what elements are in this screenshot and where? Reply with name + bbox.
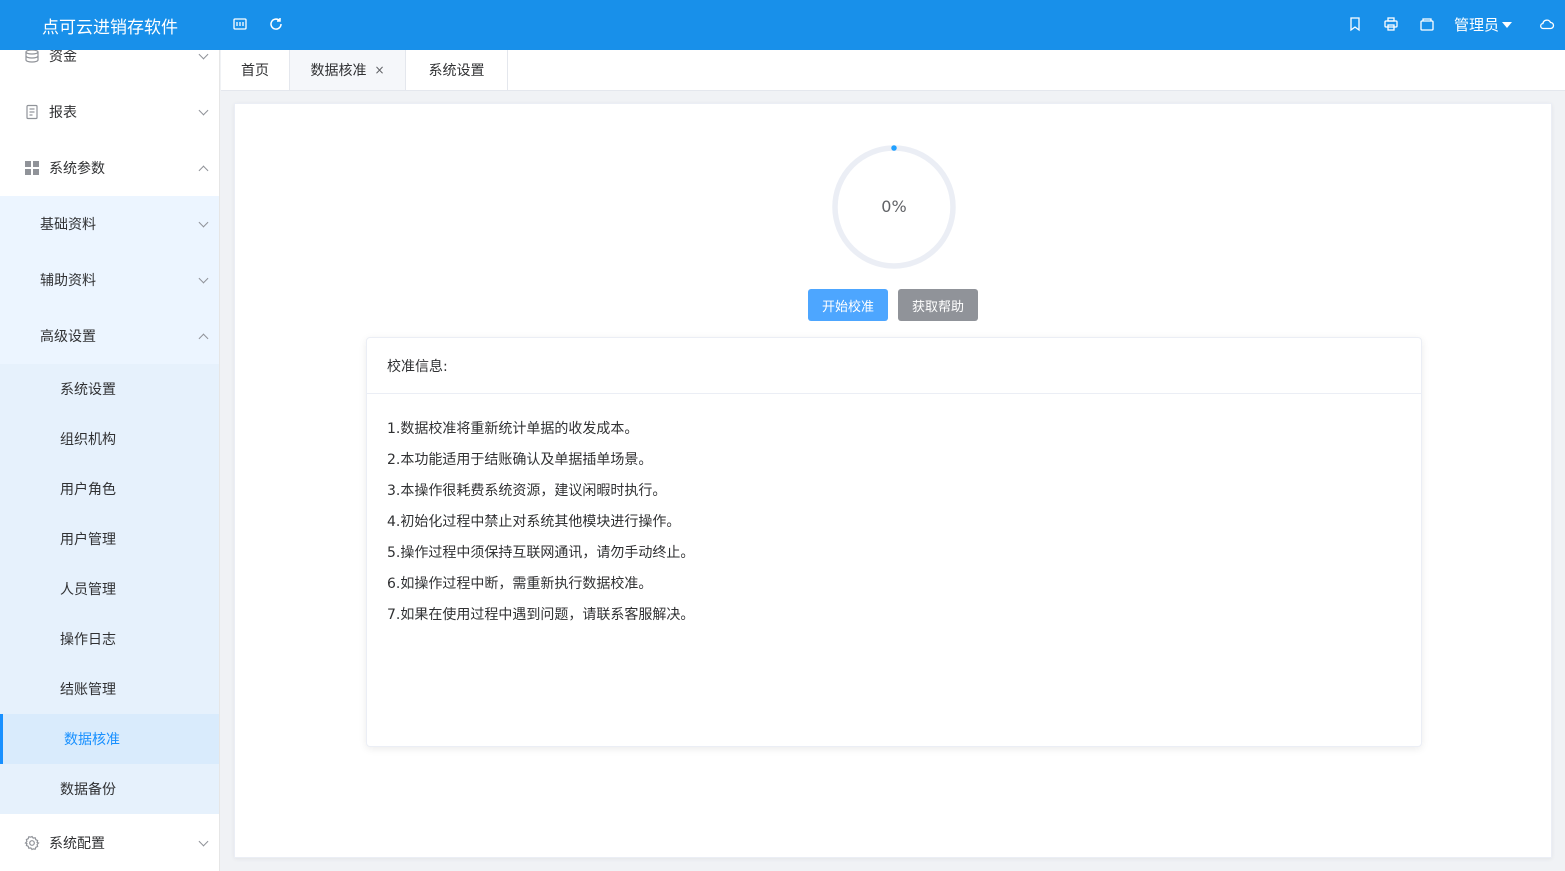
sidebar-item-label: 人员管理 [60,582,116,598]
info-line: 6.如操作过程中断，需重新执行数据校准。 [387,576,653,592]
database-icon [24,50,40,64]
main-panel: 0% 开始校准 获取帮助 校准信息: 1.数据校准将重新统计单据的收发成本。 2… [234,103,1552,858]
chevron-down-icon [198,50,209,60]
info-line: 1.数据校准将重新统计单据的收发成本。 [387,421,639,437]
sidebar-item-label: 用户角色 [60,482,116,498]
tab-label: 系统设置 [428,63,485,79]
info-line: 4.初始化过程中禁止对系统其他模块进行操作。 [387,514,681,530]
chevron-up-icon [198,165,209,176]
chevron-up-icon [198,333,209,344]
sidebar-item-label: 数据备份 [60,782,116,798]
chevron-down-icon [198,105,209,116]
tab-data-calibration[interactable]: 数据核准 × [290,50,406,90]
sidebar-item-data-calibration[interactable]: 数据核准 [0,714,219,764]
sidebar-item-user-management[interactable]: 用户管理 [0,514,219,564]
close-icon[interactable]: × [374,63,384,77]
sidebar-item-label: 报表 [49,105,77,121]
sidebar-item-label: 系统设置 [60,382,116,398]
document-icon [24,104,40,120]
window-icon[interactable] [230,14,250,34]
sidebar-item-label: 用户管理 [60,532,116,548]
tab-home[interactable]: 首页 [221,50,290,90]
sidebar: 资金 报表 系统参数 基础资料 辅助资料 高级设置 系统设置 组织机构 用户角色… [0,50,220,871]
top-header: 点可云进销存软件 管理员 [0,0,1565,50]
bookmark-icon[interactable] [1345,14,1365,34]
sidebar-item-label: 系统参数 [49,161,105,177]
sidebar-item-staff-management[interactable]: 人员管理 [0,564,219,614]
print-icon[interactable] [1381,14,1401,34]
calibration-info-card: 校准信息: 1.数据校准将重新统计单据的收发成本。 2.本功能适用于结账确认及单… [366,337,1422,747]
tab-system-settings[interactable]: 系统设置 [406,50,508,90]
wallet-icon[interactable] [1417,14,1437,34]
progress-label: 0% [881,197,907,216]
sidebar-item-closing[interactable]: 结账管理 [0,664,219,714]
card-body: 1.数据校准将重新统计单据的收发成本。 2.本功能适用于结账确认及单据插单场景。… [367,394,1421,651]
tab-label: 首页 [241,63,269,79]
info-line: 7.如果在使用过程中遇到问题，请联系客服解决。 [387,607,695,623]
app-title: 点可云进销存软件 [42,18,178,38]
cloud-icon[interactable] [1537,14,1557,34]
sidebar-item-label: 操作日志 [60,632,116,648]
sidebar-item-label: 结账管理 [60,682,116,698]
sidebar-item-operation-log[interactable]: 操作日志 [0,614,219,664]
user-menu[interactable]: 管理员 [1454,14,1513,35]
sidebar-item-funds[interactable]: 资金 [0,50,219,84]
tab-label: 数据核准 [310,63,367,79]
refresh-icon[interactable] [266,14,286,34]
sidebar-item-data-backup[interactable]: 数据备份 [0,764,219,814]
grid-icon [24,160,40,176]
chevron-down-icon [198,273,209,284]
sidebar-item-system-params[interactable]: 系统参数 [0,140,219,196]
advanced-settings-submenu: 系统设置 组织机构 用户角色 用户管理 人员管理 操作日志 结账管理 数据核准 … [0,364,219,814]
sidebar-item-label: 系统配置 [49,836,105,852]
chevron-down-icon [198,836,209,847]
sidebar-item-user-roles[interactable]: 用户角色 [0,464,219,514]
get-help-button[interactable]: 获取帮助 [898,289,978,321]
sidebar-item-label: 高级设置 [40,329,96,345]
user-name: 管理员 [1454,16,1500,34]
sidebar-item-label: 资金 [49,50,77,65]
sidebar-item-label: 辅助资料 [40,273,96,289]
tab-bar: 首页 数据核准 × 系统设置 [221,50,1565,91]
sidebar-item-basic-data[interactable]: 基础资料 [0,196,219,252]
caret-down-icon [1502,22,1513,28]
card-title: 校准信息: [367,338,1421,394]
sidebar-item-label: 数据核准 [64,732,120,748]
sidebar-item-system-config[interactable]: 系统配置 [0,815,219,871]
sidebar-item-organization[interactable]: 组织机构 [0,414,219,464]
sidebar-item-aux-data[interactable]: 辅助资料 [0,252,219,308]
sidebar-item-label: 组织机构 [60,432,116,448]
sidebar-item-system-settings[interactable]: 系统设置 [0,364,219,414]
info-line: 3.本操作很耗费系统资源，建议闲暇时执行。 [387,483,667,499]
progress-circle: 0% [831,144,957,270]
sidebar-item-label: 基础资料 [40,217,96,233]
gear-icon [24,835,40,851]
info-line: 2.本功能适用于结账确认及单据插单场景。 [387,452,653,468]
sidebar-item-advanced-settings[interactable]: 高级设置 [0,308,219,364]
chevron-down-icon [198,217,209,228]
start-calibration-button[interactable]: 开始校准 [808,289,888,321]
sidebar-item-reports[interactable]: 报表 [0,84,219,140]
info-line: 5.操作过程中须保持互联网通讯，请勿手动终止。 [387,545,695,561]
